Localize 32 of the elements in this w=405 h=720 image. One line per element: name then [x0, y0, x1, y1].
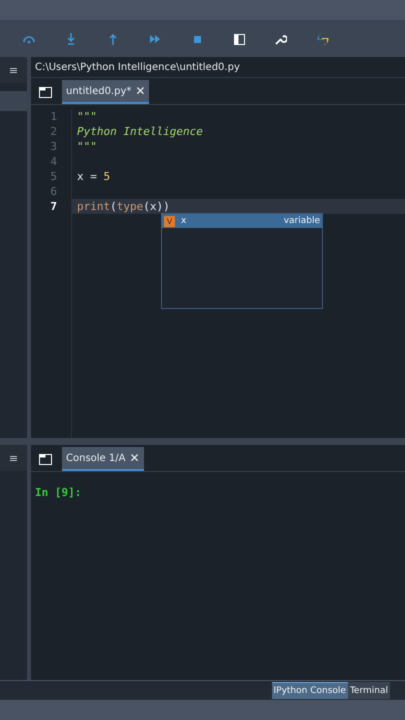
- line-number: 3: [49, 139, 58, 154]
- variable-badge: V: [164, 216, 175, 226]
- console-prompt: In [9]:: [35, 486, 82, 499]
- pane-icon[interactable]: [39, 87, 52, 98]
- step-over-icon: [23, 34, 35, 44]
- completion-name: x: [181, 216, 188, 226]
- code-line: x = 5: [76, 169, 112, 184]
- line-number: 5: [49, 169, 58, 184]
- pane-tab[interactable]: IPython Console: [272, 682, 348, 699]
- line-number: 1: [49, 109, 58, 124]
- file-tab[interactable]: untitled0.py* ✕: [62, 80, 150, 104]
- pane-menu[interactable]: ≡: [0, 57, 27, 83]
- line-number: 4: [49, 154, 58, 169]
- completion-type: variable: [284, 216, 320, 226]
- console-tab[interactable]: Console 1/A ✕: [62, 447, 144, 471]
- step-into-icon: [66, 33, 76, 45]
- line-number: 2: [49, 124, 58, 139]
- pane-menu[interactable]: ≡: [0, 445, 27, 471]
- panel-icon: [234, 34, 244, 44]
- step-out-icon: [108, 33, 118, 45]
- close-icon[interactable]: ✕: [129, 451, 140, 465]
- pane-tab[interactable]: Terminal: [348, 682, 390, 699]
- line-number: 7: [49, 199, 58, 214]
- code-line: """: [76, 139, 98, 154]
- completion-item[interactable]: V x variable: [162, 214, 322, 228]
- code-line: Python Intelligence: [76, 124, 204, 139]
- close-icon[interactable]: ✕: [135, 84, 146, 98]
- pane-icon[interactable]: [39, 454, 52, 465]
- stop-icon: [194, 36, 200, 42]
- line-number: 6: [49, 184, 58, 199]
- fast-forward-icon: [150, 35, 160, 43]
- code-line: """: [76, 109, 98, 124]
